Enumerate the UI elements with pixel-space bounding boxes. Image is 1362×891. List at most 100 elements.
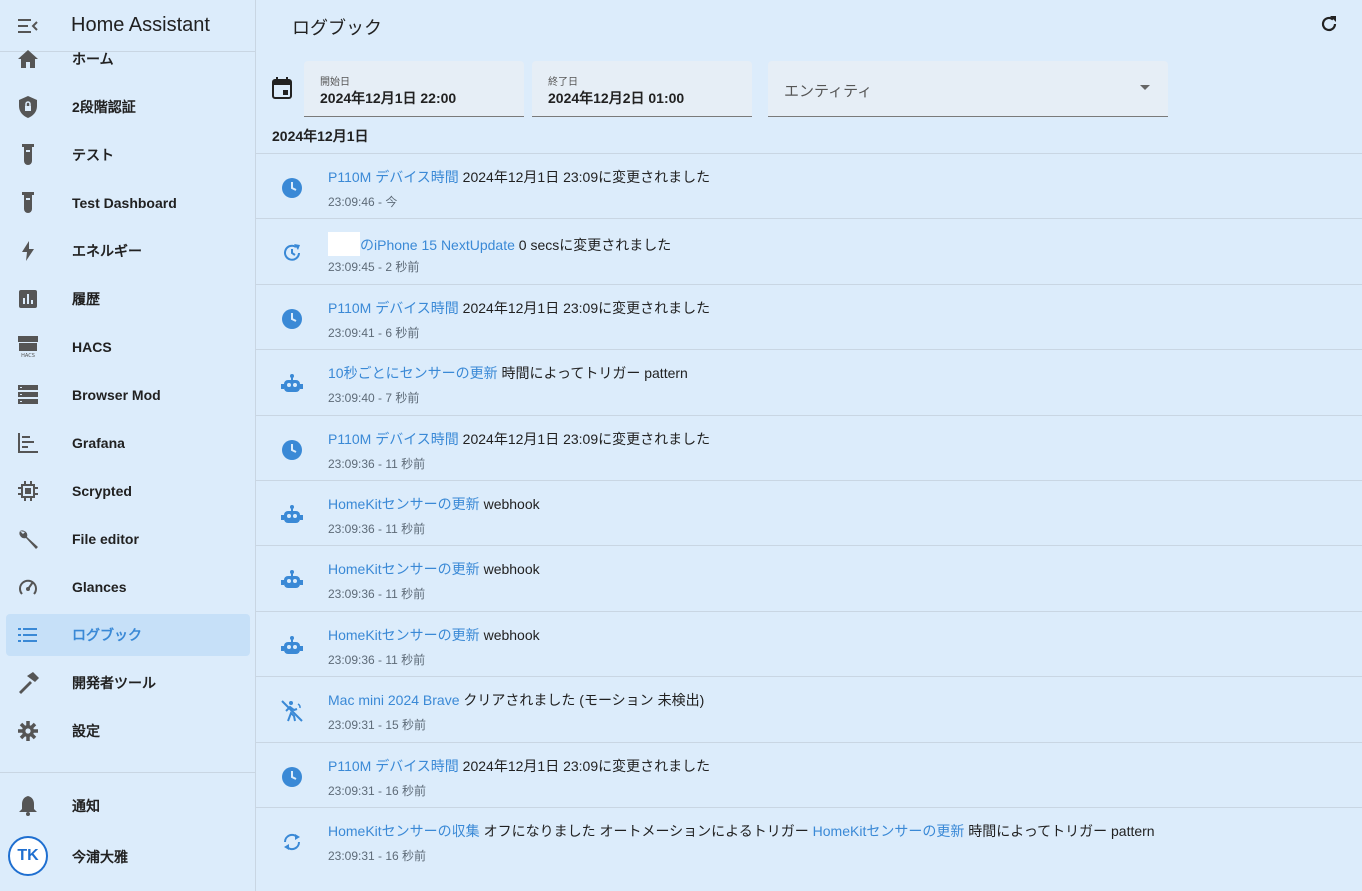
sidebar-item-test-dashboard[interactable]: Test Dashboard <box>6 182 250 224</box>
entry-time: 23:09:41 - 6 秒前 <box>328 325 420 340</box>
entity-link[interactable]: P110M デバイス時間 <box>328 431 459 447</box>
entity-link[interactable]: HomeKitセンサーの更新 <box>813 823 965 839</box>
sidebar-divider <box>0 772 256 773</box>
entity-link[interactable]: HomeKitセンサーの更新 <box>328 561 480 577</box>
sidebar-item-label: エネルギー <box>72 243 142 259</box>
entry-time: 23:09:36 - 11 秒前 <box>328 521 426 536</box>
date-header: 2024年12月1日 <box>272 128 369 144</box>
sidebar-item-label: HACS <box>72 339 112 355</box>
chart-box-icon <box>16 287 40 311</box>
gear-icon <box>16 719 40 743</box>
logbook-entry: P110M デバイス時間 2024年12月1日 23:09に変更されました 23:… <box>256 414 1362 480</box>
sidebar-item-browser-mod[interactable]: Browser Mod <box>6 374 250 416</box>
sidebar: Home Assistant ホーム 2段階認証 テスト Test Dashbo… <box>0 0 256 891</box>
sidebar-item-label: ホーム <box>72 51 114 67</box>
test-tube-icon <box>16 191 40 215</box>
filters: 開始日 2024年12月1日 22:00 終了日 2024年12月2日 01:0… <box>256 61 1362 117</box>
sidebar-item-file-editor[interactable]: File editor <box>6 518 250 560</box>
logbook-entry: P110M デバイス時間 2024年12月1日 23:09に変更されました 23:… <box>256 153 1362 218</box>
sidebar-item-label: Scrypted <box>72 483 132 499</box>
clock-icon <box>280 765 304 789</box>
entity-link[interactable]: 10秒ごとにセンサーの更新 <box>328 365 498 381</box>
sidebar-item-settings[interactable]: 設定 <box>6 710 250 752</box>
sidebar-item-grafana[interactable]: Grafana <box>6 422 250 464</box>
entry-line: HomeKitセンサーの更新 webhook <box>328 494 540 514</box>
sidebar-item-2fa[interactable]: 2段階認証 <box>6 86 250 128</box>
app-title: Home Assistant <box>71 14 210 36</box>
logbook-entry: HomeKitセンサーの更新 webhook 23:09:36 - 11 秒前 <box>256 610 1362 676</box>
clock-icon <box>280 438 304 462</box>
bell-icon <box>16 794 40 818</box>
entity-link[interactable]: Mac mini 2024 Brave <box>328 692 460 708</box>
sidebar-item-scrypted[interactable]: Scrypted <box>6 470 250 512</box>
wrench-icon <box>16 527 40 551</box>
logbook-entry: HomeKitセンサーの収集 オフになりました オートメーションによるトリガー … <box>256 806 1362 872</box>
entry-message: webhook <box>479 561 540 578</box>
start-date-value: 2024年12月1日 22:00 <box>320 90 457 106</box>
entry-message: 0 secsに変更されました <box>514 237 672 254</box>
format-list-icon <box>16 623 40 647</box>
entity-placeholder: エンティティ <box>784 83 873 100</box>
home-icon <box>16 47 40 71</box>
test-tube-icon <box>16 143 40 167</box>
entry-line: P110M デバイス時間 2024年12月1日 23:09に変更されました <box>328 167 710 187</box>
sidebar-item-label: Grafana <box>72 435 125 451</box>
avatar[interactable]: TK <box>8 836 48 876</box>
start-date-field[interactable]: 開始日 2024年12月1日 22:00 <box>304 61 524 117</box>
calendar-icon[interactable] <box>272 77 296 101</box>
shield-lock-icon <box>16 95 40 119</box>
entity-select[interactable]: エンティティ <box>768 61 1168 117</box>
sidebar-item-energy[interactable]: エネルギー <box>6 230 250 272</box>
main-content: ログブック 開始日 2024年12月1日 22:00 終了日 2024年12月2… <box>256 0 1362 891</box>
update-icon <box>280 241 304 265</box>
entity-link[interactable]: のiPhone 15 NextUpdate <box>360 237 515 253</box>
motion-sensor-off-icon <box>280 699 304 723</box>
topbar: ログブック <box>256 0 1362 52</box>
entry-line: HomeKitセンサーの更新 webhook <box>328 625 540 645</box>
entry-line: P110M デバイス時間 2024年12月1日 23:09に変更されました <box>328 429 710 449</box>
sidebar-item-label: ログブック <box>72 627 142 643</box>
sidebar-item-home[interactable]: ホーム <box>6 38 250 80</box>
entity-link[interactable]: P110M デバイス時間 <box>328 169 459 185</box>
entry-time: 23:09:31 - 16 秒前 <box>328 783 427 798</box>
entry-message: webhook <box>479 495 540 512</box>
sidebar-item-logbook[interactable]: ログブック <box>6 614 250 656</box>
entity-link[interactable]: HomeKitセンサーの収集 <box>328 823 480 839</box>
start-date-label: 開始日 <box>320 77 350 88</box>
end-date-field[interactable]: 終了日 2024年12月2日 01:00 <box>532 61 752 117</box>
entity-link[interactable]: P110M デバイス時間 <box>328 758 459 774</box>
entry-time: 23:09:40 - 7 秒前 <box>328 391 420 406</box>
logbook-entry: Mac mini 2024 Brave クリアされました (モーション 未検出)… <box>256 676 1362 741</box>
entry-line: 10秒ごとにセンサーの更新 時間によってトリガー pattern <box>328 363 688 383</box>
chart-timeline-icon <box>16 431 40 455</box>
masked-text <box>328 232 360 257</box>
entry-time: 23:09:36 - 11 秒前 <box>328 456 426 471</box>
clock-icon <box>280 307 304 331</box>
entry-line: HomeKitセンサーの収集 オフになりました オートメーションによるトリガー … <box>328 821 1155 841</box>
sidebar-item-history[interactable]: 履歴 <box>6 278 250 320</box>
robot-icon <box>280 568 304 592</box>
speedometer-icon <box>16 575 40 599</box>
clock-icon <box>280 176 304 200</box>
sidebar-item-notifications[interactable]: 通知 <box>6 785 250 827</box>
user-name[interactable]: 今浦大雅 <box>72 847 128 867</box>
logbook-list: P110M デバイス時間 2024年12月1日 23:09に変更されました 23:… <box>256 153 1362 872</box>
refresh-button[interactable] <box>1316 13 1342 39</box>
entity-link[interactable]: HomeKitセンサーの更新 <box>328 496 480 512</box>
entity-link[interactable]: HomeKitセンサーの更新 <box>328 627 480 643</box>
entry-message: 2024年12月1日 23:09に変更されました <box>458 299 711 316</box>
entry-message: 時間によってトリガー pattern <box>497 365 688 382</box>
sidebar-item-developer-tools[interactable]: 開発者ツール <box>6 662 250 704</box>
logbook-entry: 10秒ごとにセンサーの更新 時間によってトリガー pattern 23:09:40… <box>256 349 1362 414</box>
robot-icon <box>280 372 304 396</box>
sidebar-item-label: Browser Mod <box>72 387 161 403</box>
entry-line: のiPhone 15 NextUpdate 0 secsに変更されました <box>328 232 672 257</box>
end-date-label: 終了日 <box>548 77 578 88</box>
entry-time: 23:09:31 - 15 秒前 <box>328 718 427 733</box>
sidebar-item-test[interactable]: テスト <box>6 134 250 176</box>
entry-time: 23:09:45 - 2 秒前 <box>328 260 420 275</box>
sidebar-item-glances[interactable]: Glances <box>6 566 250 608</box>
entity-link[interactable]: P110M デバイス時間 <box>328 300 459 316</box>
sidebar-item-hacs[interactable]: HACS HACS <box>6 326 250 368</box>
page-title: ログブック <box>292 18 382 38</box>
